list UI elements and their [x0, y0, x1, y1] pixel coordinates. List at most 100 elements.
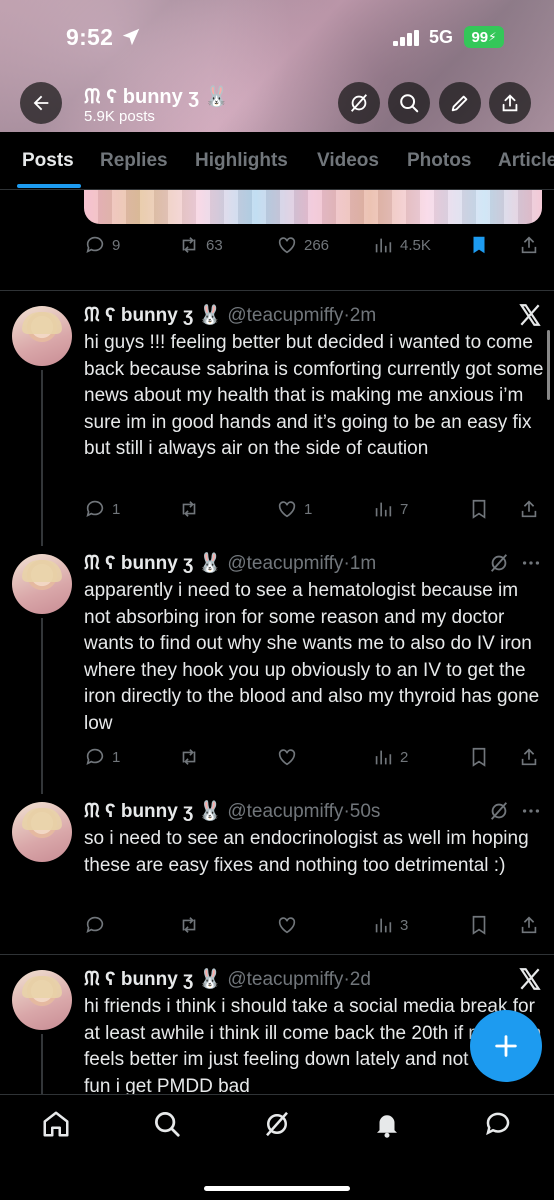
- views-count: 3: [400, 916, 409, 934]
- author-name[interactable]: ᙏ ʕ bunny ʒ 🐰: [84, 305, 222, 326]
- repost-button[interactable]: [178, 746, 200, 768]
- status-bar: 9:52 5G 99 ⚡: [0, 22, 554, 54]
- repost-button[interactable]: [178, 498, 200, 520]
- battery-icon: 99 ⚡: [464, 26, 504, 48]
- avatar[interactable]: [12, 306, 72, 366]
- avatar[interactable]: [12, 554, 72, 614]
- home-icon[interactable]: [41, 1109, 71, 1139]
- like-button[interactable]: [276, 914, 298, 936]
- tab-photos[interactable]: Photos: [407, 150, 471, 172]
- views-button[interactable]: 7: [372, 498, 408, 520]
- avatar[interactable]: [12, 802, 72, 862]
- more-icon[interactable]: [520, 800, 542, 822]
- share-post-button[interactable]: [518, 914, 540, 936]
- share-button[interactable]: [489, 82, 531, 124]
- repost-button[interactable]: [178, 914, 200, 936]
- reply-button[interactable]: [84, 914, 106, 936]
- views-count: 2: [400, 748, 409, 766]
- post-count: 5.9K posts: [84, 108, 155, 125]
- grok-icon[interactable]: [488, 552, 510, 574]
- views-icon: [375, 238, 392, 253]
- battery-level: 99: [471, 28, 489, 46]
- bottom-nav: [0, 1094, 554, 1200]
- author-handle[interactable]: @teacupmiffy: [227, 969, 343, 990]
- views-button[interactable]: 2: [372, 746, 408, 768]
- search-icon[interactable]: [152, 1109, 182, 1139]
- x-logo-icon[interactable]: [517, 302, 543, 328]
- bookmark-button[interactable]: [468, 498, 490, 520]
- thread-line: [41, 618, 43, 794]
- bookmark-button[interactable]: [468, 746, 490, 768]
- tab-replies[interactable]: Replies: [100, 150, 168, 172]
- tweet-time[interactable]: 2m: [350, 305, 376, 326]
- post-media-image[interactable]: [84, 190, 542, 224]
- repost-icon: [182, 749, 196, 765]
- tab-posts[interactable]: Posts: [22, 150, 74, 172]
- scroll-indicator[interactable]: [547, 330, 550, 400]
- tweet-time[interactable]: 2d: [350, 969, 371, 990]
- bookmark-button[interactable]: [468, 914, 490, 936]
- search-button[interactable]: [388, 82, 430, 124]
- profile-tabs: Posts Replies Highlights Videos Photos A…: [0, 132, 554, 190]
- share-post-button[interactable]: [518, 498, 540, 520]
- share-icon: [521, 236, 537, 254]
- like-button[interactable]: 1: [276, 498, 312, 520]
- tab-articles[interactable]: Articles: [498, 150, 554, 172]
- bookmark-icon: [472, 499, 486, 519]
- bookmark-icon: [472, 747, 486, 767]
- views-button[interactable]: 4.5K: [372, 234, 431, 256]
- tweet-time[interactable]: 1m: [350, 553, 376, 574]
- tweet-meta: ᙏ ʕ bunny ʒ 🐰 @teacupmiffy·2d: [84, 969, 371, 990]
- messages-icon[interactable]: [483, 1109, 513, 1139]
- tweet-actions: 1 2: [84, 746, 544, 772]
- reply-icon: [86, 748, 104, 765]
- author-handle[interactable]: @teacupmiffy: [227, 305, 343, 326]
- author-name[interactable]: ᙏ ʕ bunny ʒ 🐰: [84, 969, 222, 990]
- grok-icon: [350, 94, 368, 112]
- repost-icon: [182, 501, 196, 517]
- grok-button[interactable]: [338, 82, 380, 124]
- heart-icon: [278, 917, 296, 934]
- grok-icon[interactable]: [262, 1109, 292, 1139]
- like-count: 266: [304, 236, 330, 254]
- tweet-text: apparently i need to see a hematologist …: [84, 580, 540, 734]
- reply-count: 1: [112, 748, 121, 766]
- views-count: 4.5K: [400, 236, 431, 254]
- x-logo-icon[interactable]: [517, 966, 543, 992]
- signal-icon: [393, 30, 419, 46]
- share-icon: [521, 500, 537, 518]
- tweet-actions: 3: [84, 914, 544, 940]
- bell-icon[interactable]: [372, 1109, 402, 1139]
- more-icon[interactable]: [520, 552, 542, 574]
- tweet-meta: ᙏ ʕ bunny ʒ 🐰 @teacupmiffy·2m: [84, 305, 377, 326]
- reply-button[interactable]: 9: [84, 234, 120, 256]
- repost-button[interactable]: 63: [178, 234, 223, 256]
- reply-count: 9: [112, 236, 121, 254]
- back-button[interactable]: [20, 82, 62, 124]
- author-name[interactable]: ᙏ ʕ bunny ʒ 🐰: [84, 801, 222, 822]
- like-button[interactable]: [276, 746, 298, 768]
- author-name[interactable]: ᙏ ʕ bunny ʒ 🐰: [84, 553, 222, 574]
- bookmark-button[interactable]: [468, 234, 490, 256]
- like-button[interactable]: 266: [276, 234, 329, 256]
- author-handle[interactable]: @teacupmiffy: [227, 801, 343, 822]
- plus-icon: [495, 1035, 517, 1057]
- reply-button[interactable]: 1: [84, 498, 120, 520]
- share-post-button[interactable]: [518, 234, 540, 256]
- avatar[interactable]: [12, 970, 72, 1030]
- compose-button[interactable]: [470, 1010, 542, 1082]
- share-post-button[interactable]: [518, 746, 540, 768]
- tab-highlights[interactable]: Highlights: [195, 150, 288, 172]
- reply-icon: [86, 236, 104, 253]
- arrow-left-icon: [33, 95, 49, 111]
- edit-button[interactable]: [439, 82, 481, 124]
- tab-videos[interactable]: Videos: [317, 150, 379, 172]
- search-icon: [400, 94, 419, 113]
- network-type: 5G: [429, 27, 454, 47]
- grok-icon[interactable]: [488, 800, 510, 822]
- thread-line: [41, 370, 43, 546]
- author-handle[interactable]: @teacupmiffy: [227, 553, 343, 574]
- reply-button[interactable]: 1: [84, 746, 120, 768]
- tweet-time[interactable]: 50s: [350, 801, 381, 822]
- views-button[interactable]: 3: [372, 914, 408, 936]
